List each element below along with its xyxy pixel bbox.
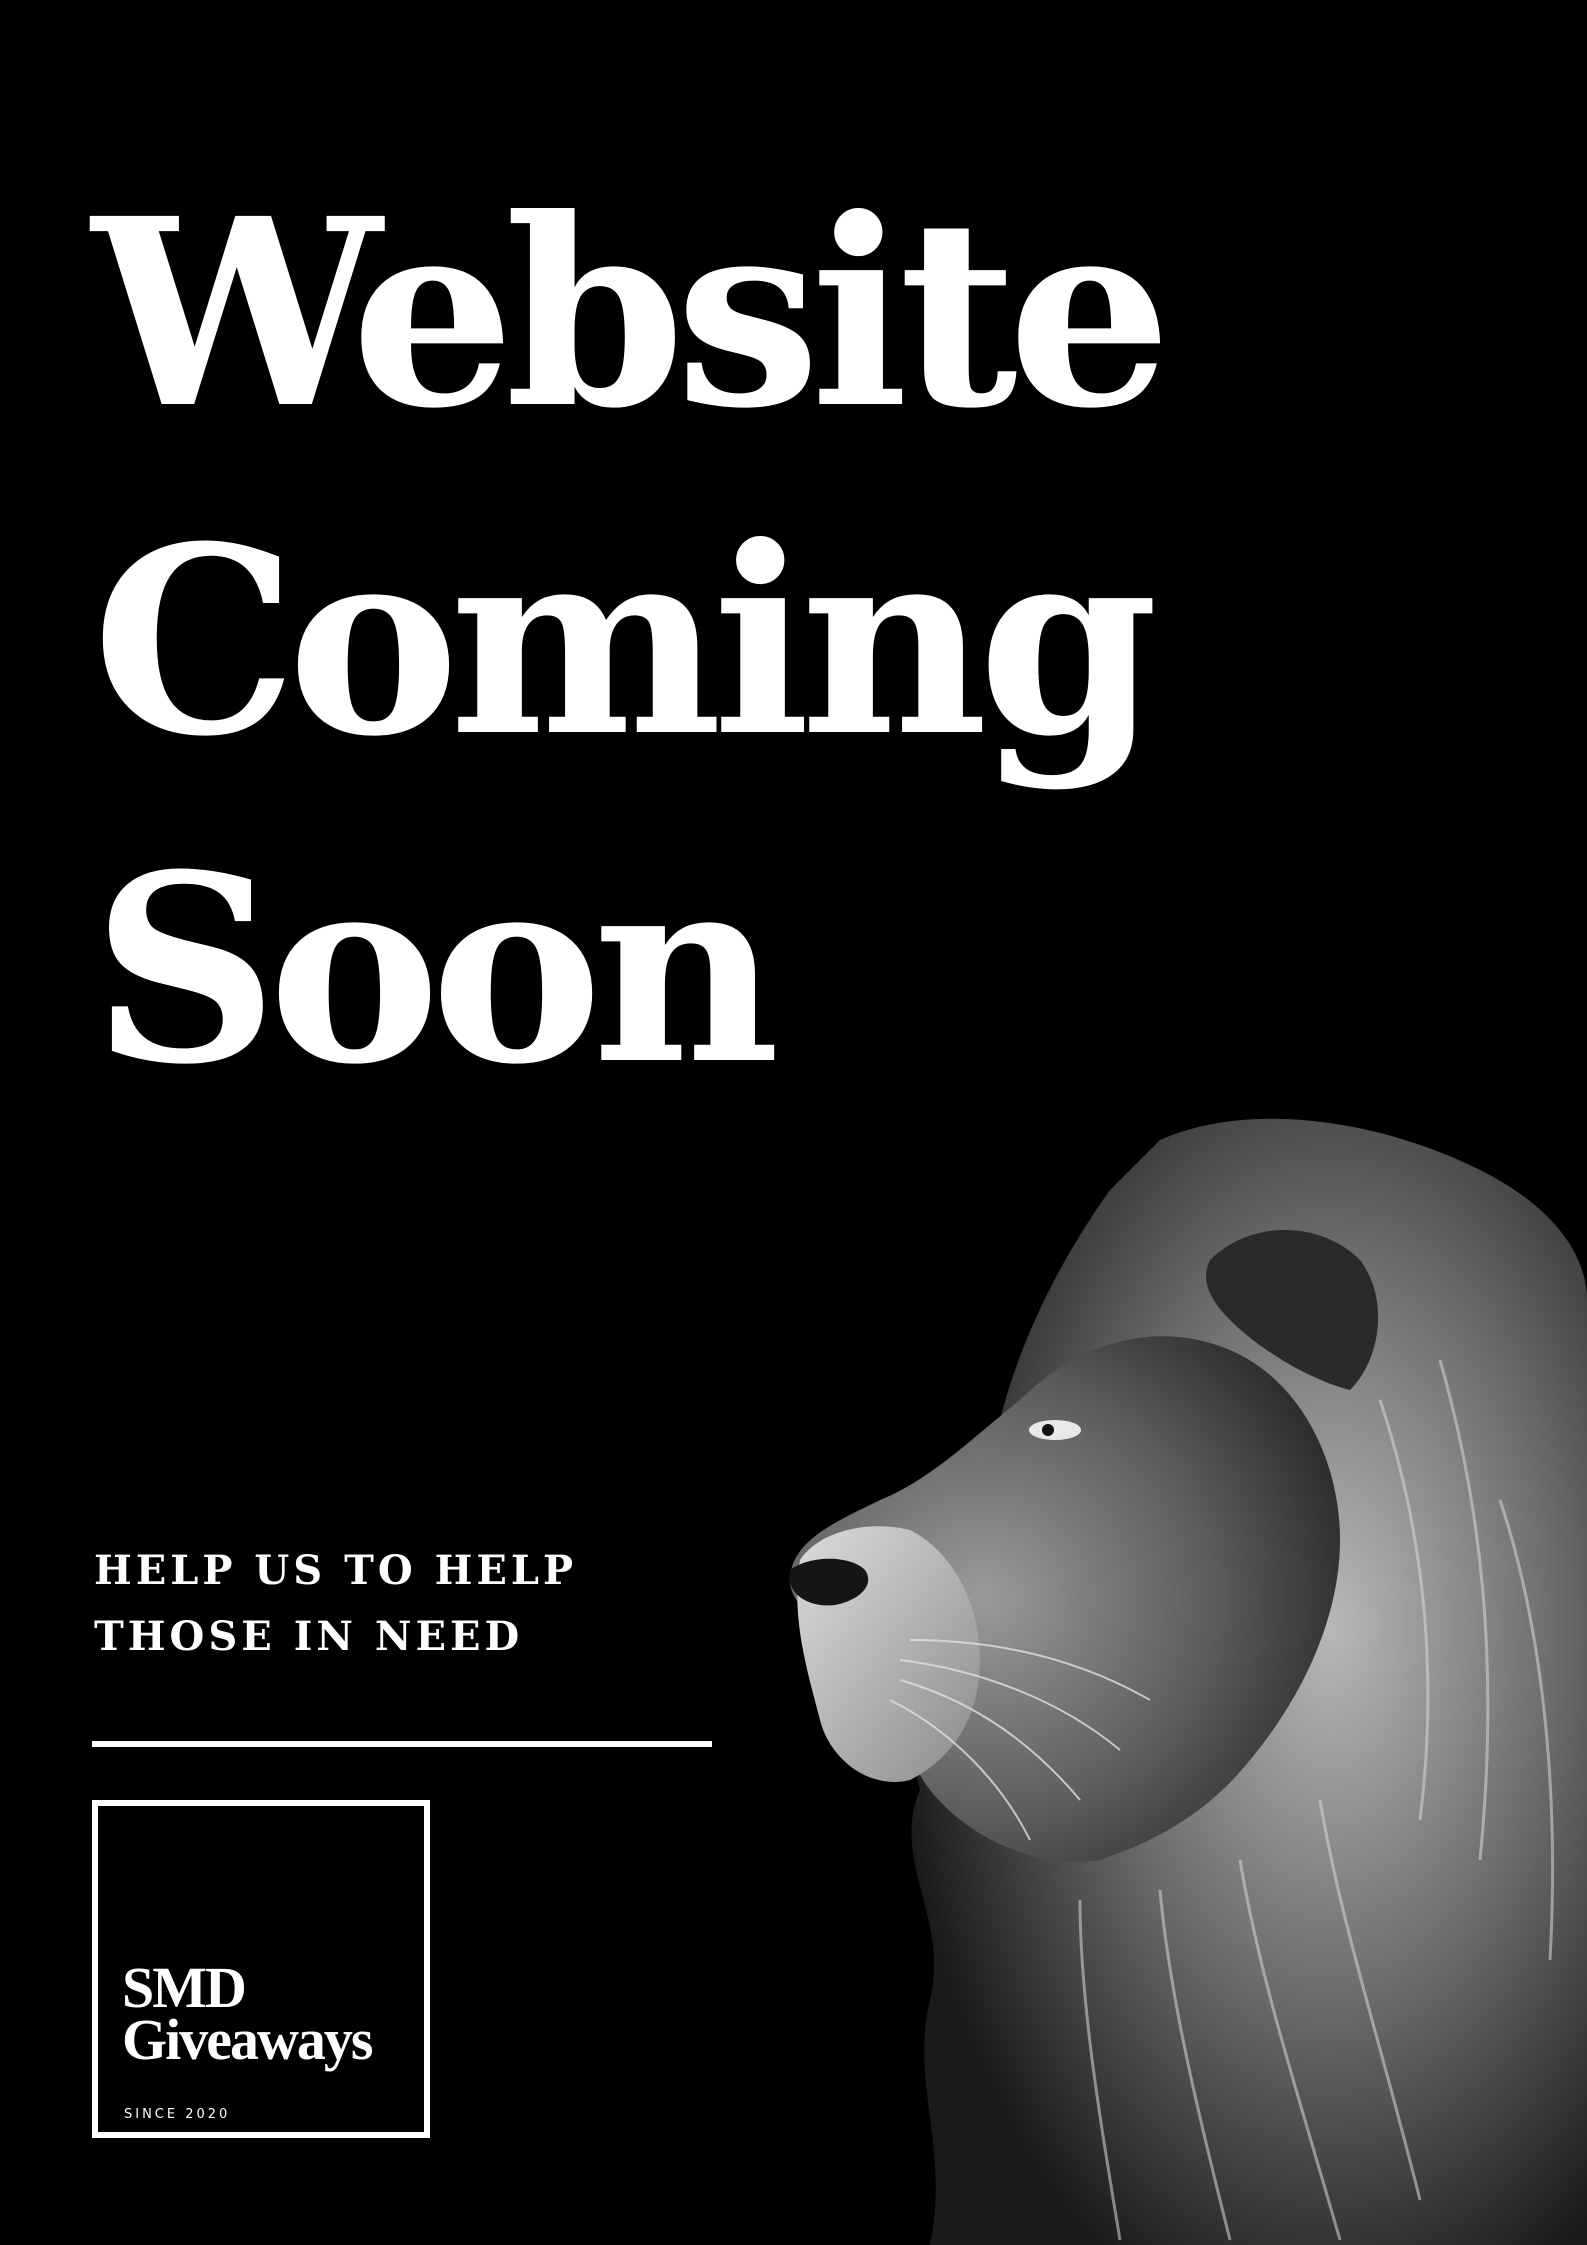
tagline-line-2: THOSE IN NEED <box>94 1613 524 1660</box>
logo-name-line-2: Giveaways <box>122 2007 373 2072</box>
logo-since-text: SINCE 2020 <box>124 2107 231 2122</box>
divider <box>92 1741 712 1747</box>
lion-photo <box>789 1118 1587 2245</box>
lion-eye <box>1029 1420 1081 1440</box>
tagline-line-1: HELP US TO HELP <box>94 1547 578 1594</box>
logo: SMD Giveaways SINCE 2020 <box>92 1800 430 2138</box>
headline-line-2: Coming <box>92 490 1158 793</box>
logo-name: SMD Giveaways <box>122 1959 373 2072</box>
headline-line-1: Website <box>92 162 1172 465</box>
tagline: HELP US TO HELP THOSE IN NEED <box>94 1538 577 1670</box>
headline-line-3: Soon <box>92 818 780 1121</box>
headline: Website Coming Soon <box>92 150 1172 1134</box>
